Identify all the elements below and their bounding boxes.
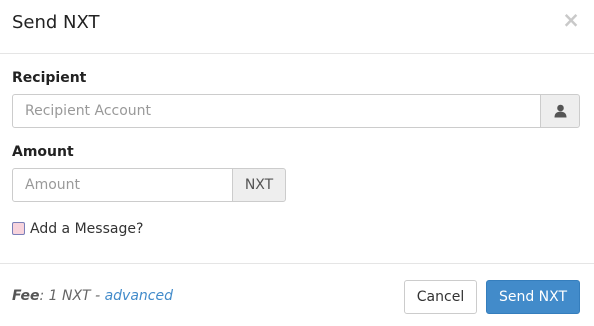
dialog-footer: Fee: 1 NXT - advanced Cancel Send NXT [0,263,594,326]
recipient-input[interactable] [12,94,541,128]
fee-value: 1 NXT - [48,288,105,304]
amount-unit-addon: NXT [232,168,286,202]
fee-separator: : [39,288,49,304]
cancel-button[interactable]: Cancel [404,280,477,314]
advanced-link[interactable]: advanced [105,288,173,304]
amount-input[interactable] [12,168,233,202]
recipient-label: Recipient [12,70,87,86]
add-message-checkbox[interactable] [12,222,25,235]
recipient-contacts-button[interactable] [540,94,580,128]
amount-label: Amount [12,144,74,160]
add-message-label[interactable]: Add a Message? [30,221,143,237]
dialog-title: Send NXT [12,12,100,33]
fee-info: Fee: 1 NXT - advanced [12,288,173,304]
user-icon [554,104,566,118]
send-nxt-button[interactable]: Send NXT [486,280,580,314]
dialog-header: Send NXT × [0,0,594,54]
send-nxt-dialog: Send NXT × Recipient Amount NXT Add a Me… [0,0,594,326]
fee-label: Fee [12,288,40,304]
close-icon[interactable]: × [562,9,580,31]
